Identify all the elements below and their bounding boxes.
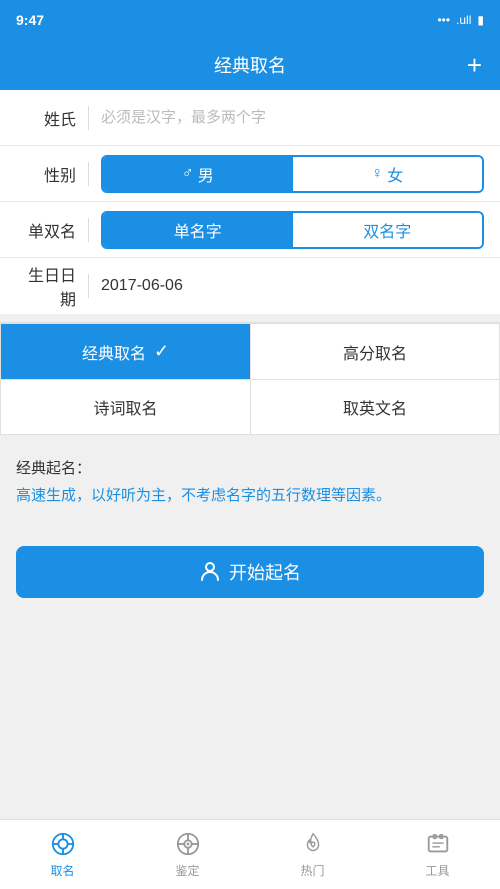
single-name-label: 单名字 — [174, 218, 222, 242]
nav-item-hot[interactable]: 热门 — [250, 820, 375, 889]
nav-item-appraise[interactable]: 鉴定 — [125, 820, 250, 889]
header: 经典取名 + — [0, 40, 500, 90]
english-label: 取英文名 — [343, 395, 407, 419]
surname-label: 姓氏 — [16, 106, 76, 130]
form-area: 姓氏 性别 ♂ 男 ♀ 女 单双名 单名字 双名字 — [0, 90, 500, 314]
nav-label-naming: 取名 — [50, 862, 74, 879]
male-label: 男 — [198, 162, 214, 186]
name-type-poetry[interactable]: 诗词取名 — [0, 379, 250, 435]
signal-bars: .ull — [456, 13, 471, 27]
nav-item-tools[interactable]: 工具 — [375, 820, 500, 889]
double-name-label: 双名字 — [363, 218, 411, 242]
double-name-button[interactable]: 双名字 — [293, 213, 483, 247]
hot-icon — [299, 830, 327, 858]
nav-label-appraise: 鉴定 — [175, 862, 199, 879]
nav-label-tools: 工具 — [425, 862, 449, 879]
bottom-nav: 取名 鉴定 热门 — [0, 819, 500, 889]
start-button[interactable]: 开始起名 — [16, 546, 484, 598]
birthdate-label: 生日日期 — [16, 262, 76, 310]
description-area: 经典起名： 高速生成，以好听为主，不考虑名字的五行数理等因素。 — [0, 443, 500, 522]
add-button[interactable]: + — [467, 50, 482, 81]
tools-icon — [424, 830, 452, 858]
checkmark-icon: ✓ — [154, 341, 169, 362]
female-symbol: ♀ — [371, 165, 383, 183]
single-name-button[interactable]: 单名字 — [103, 213, 293, 247]
single-double-row: 单双名 单名字 双名字 — [0, 202, 500, 258]
gender-divider — [88, 162, 89, 186]
surname-divider — [88, 106, 89, 130]
gender-toggle-group: ♂ 男 ♀ 女 — [101, 155, 484, 193]
surname-row: 姓氏 — [0, 90, 500, 146]
naming-icon — [49, 830, 77, 858]
surname-input[interactable] — [101, 109, 484, 126]
status-icons: ••• .ull ▮ — [437, 13, 484, 27]
female-label: 女 — [387, 162, 403, 186]
birthdate-value[interactable]: 2017-06-06 — [101, 277, 183, 295]
highscore-label: 高分取名 — [343, 340, 407, 364]
nav-label-hot: 热门 — [300, 862, 324, 879]
signal-dots: ••• — [437, 13, 450, 27]
gender-label: 性别 — [16, 162, 76, 186]
appraise-icon — [174, 830, 202, 858]
gender-male-button[interactable]: ♂ 男 — [103, 157, 293, 191]
header-title: 经典取名 — [214, 52, 286, 78]
nav-item-naming[interactable]: 取名 — [0, 820, 125, 889]
start-button-area: 开始起名 — [0, 530, 500, 614]
single-double-label: 单双名 — [16, 218, 76, 242]
person-icon — [199, 561, 221, 583]
name-type-highscore[interactable]: 高分取名 — [250, 323, 500, 379]
desc-body: 高速生成，以好听为主，不考虑名字的五行数理等因素。 — [16, 484, 484, 508]
name-type-classic[interactable]: 经典取名 ✓ — [0, 323, 250, 379]
classic-label: 经典取名 — [82, 340, 146, 364]
status-time: 9:47 — [16, 12, 44, 28]
birthdate-divider — [88, 274, 89, 298]
name-type-english[interactable]: 取英文名 — [250, 379, 500, 435]
gender-female-button[interactable]: ♀ 女 — [293, 157, 483, 191]
poetry-label: 诗词取名 — [93, 395, 157, 419]
male-symbol: ♂ — [182, 165, 194, 183]
birthdate-row: 生日日期 2017-06-06 — [0, 258, 500, 314]
desc-title: 经典起名： — [16, 457, 484, 478]
name-type-grid: 经典取名 ✓ 高分取名 诗词取名 取英文名 — [0, 322, 500, 435]
gender-row: 性别 ♂ 男 ♀ 女 — [0, 146, 500, 202]
status-bar: 9:47 ••• .ull ▮ — [0, 0, 500, 40]
single-double-toggle-group: 单名字 双名字 — [101, 211, 484, 249]
start-label: 开始起名 — [229, 559, 301, 585]
battery-icon: ▮ — [477, 13, 484, 27]
single-double-divider — [88, 218, 89, 242]
